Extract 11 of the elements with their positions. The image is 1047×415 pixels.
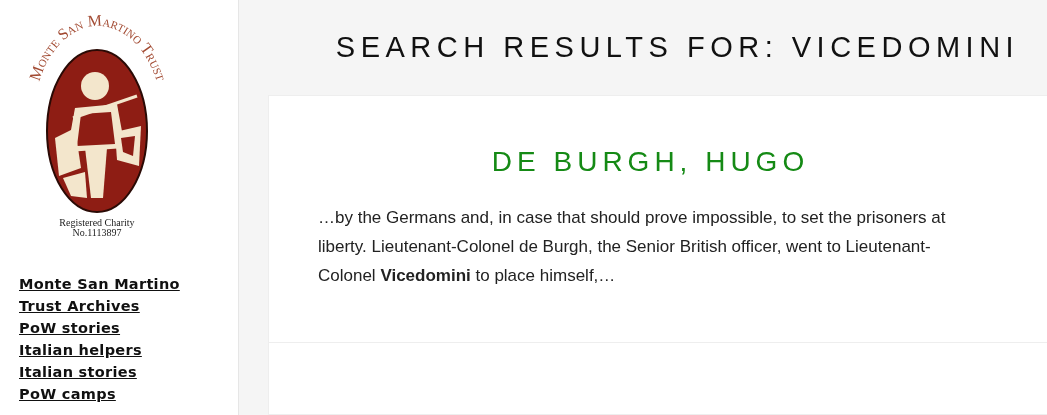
nav-link[interactable]: PoW stories <box>19 318 121 338</box>
nav-link[interactable]: Monte San Martino <box>19 274 180 294</box>
page-title: SEARCH RESULTS FOR: VICEDOMINI <box>334 30 1021 65</box>
nav-link[interactable]: PoW camps <box>19 384 116 404</box>
result-excerpt: …by the Germans and, in case that should prove impossible, to set the prisoners at liberty. Lieutenant-Colonel de Burgh, the Senior British officer, went to Lieutenant-Colonel Vicedomini to place himself,… <box>318 207 947 287</box>
nav-link[interactable]: Trust Archives <box>19 296 140 316</box>
nav-link[interactable]: Italian helpers <box>19 340 142 360</box>
nav-link[interactable]: Italian stories <box>19 362 137 382</box>
charity-registration: No.1113897 <box>72 228 122 238</box>
charity-registration: Registered Charity <box>59 218 135 228</box>
result-title[interactable]: DE BURGH, HUGO <box>491 146 810 178</box>
